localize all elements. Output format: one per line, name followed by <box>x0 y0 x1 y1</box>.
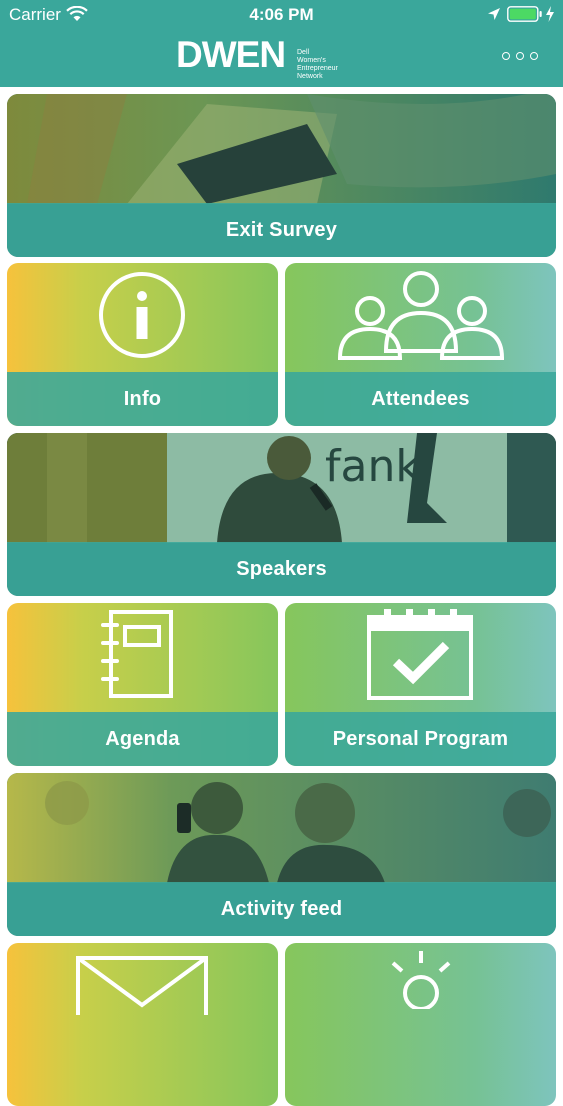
logo-subtitle-line: Network <box>297 73 323 80</box>
dot-icon <box>516 52 524 60</box>
tile-label: Speakers <box>7 542 556 596</box>
info-icon <box>99 272 185 358</box>
calendar-check-icon <box>367 609 473 700</box>
logo-subtitle-line: Dell <box>297 49 310 56</box>
tile-exit-survey[interactable]: Exit Survey <box>7 94 556 257</box>
more-options-button[interactable] <box>500 50 540 64</box>
audience-photo-icon <box>7 773 556 883</box>
speaker-photo-icon: fank <box>7 433 556 543</box>
logo-subtitle-line: Women's <box>297 57 326 64</box>
tile-label: Info <box>7 372 278 426</box>
tile-agenda[interactable]: Agenda <box>7 603 278 766</box>
dot-icon <box>530 52 538 60</box>
tile-ideas[interactable] <box>285 943 556 1106</box>
charging-bolt-icon <box>546 6 554 22</box>
location-arrow-icon <box>488 8 500 20</box>
tile-label: Exit Survey <box>7 203 556 257</box>
tile-label: Attendees <box>285 372 556 426</box>
tile-label: Agenda <box>7 712 278 766</box>
lightbulb-icon <box>391 951 451 1009</box>
logo-subtitle-line: Entrepreneur <box>297 65 338 72</box>
status-bar: Carrier 4:06 PM <box>0 0 563 30</box>
tile-messages[interactable] <box>7 943 278 1106</box>
clock-time: 4:06 PM <box>249 5 314 24</box>
notebook-icon <box>101 610 173 698</box>
dot-icon <box>502 52 510 60</box>
tile-personal-program[interactable]: Personal Program <box>285 603 556 766</box>
dwen-logo: DWEN Dell Women's Entrepreneur Network <box>176 30 376 80</box>
tile-label: Activity feed <box>7 882 556 936</box>
battery-icon <box>507 6 542 22</box>
tile-info[interactable]: Info <box>7 263 278 426</box>
tile-activity-feed[interactable]: Activity feed <box>7 773 556 936</box>
logo-subtitle: Dell Women's Entrepreneur Network <box>297 49 367 81</box>
tile-attendees[interactable]: Attendees <box>285 263 556 426</box>
tile-label: Personal Program <box>285 712 556 766</box>
people-icon <box>338 271 504 360</box>
envelope-icon <box>76 956 208 1015</box>
hands-phone-photo-icon <box>7 94 556 204</box>
top-bar: Carrier 4:06 PM DWEN Dell Women's Entrep… <box>0 0 563 87</box>
logo-mark: DWEN <box>176 34 286 75</box>
svg-text:fank: fank <box>325 441 421 492</box>
tile-speakers[interactable]: fank Speakers <box>7 433 556 596</box>
